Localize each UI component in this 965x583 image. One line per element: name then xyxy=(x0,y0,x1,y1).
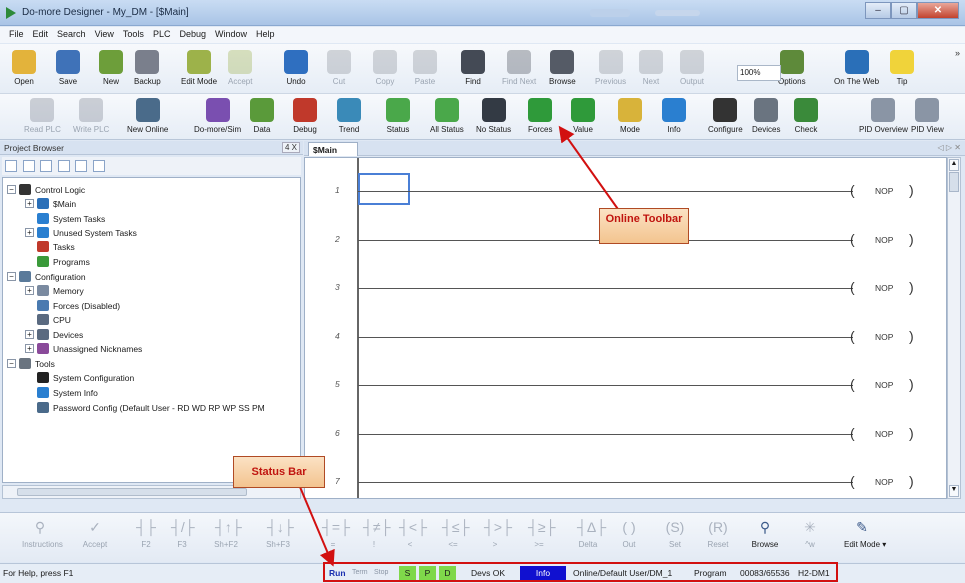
status-bar-callout-text: Status Bar xyxy=(251,466,307,478)
online-toolbar-arrow xyxy=(558,125,621,213)
online-toolbar-callout-text: Online Toolbar xyxy=(605,213,683,225)
status-bar-callout: Status Bar xyxy=(233,456,325,488)
status-bar-arrow xyxy=(299,486,335,567)
annotation-arrows xyxy=(299,125,621,567)
toolbar-overflow-icon[interactable]: » xyxy=(955,48,960,58)
online-toolbar-callout: Online Toolbar xyxy=(599,208,689,244)
